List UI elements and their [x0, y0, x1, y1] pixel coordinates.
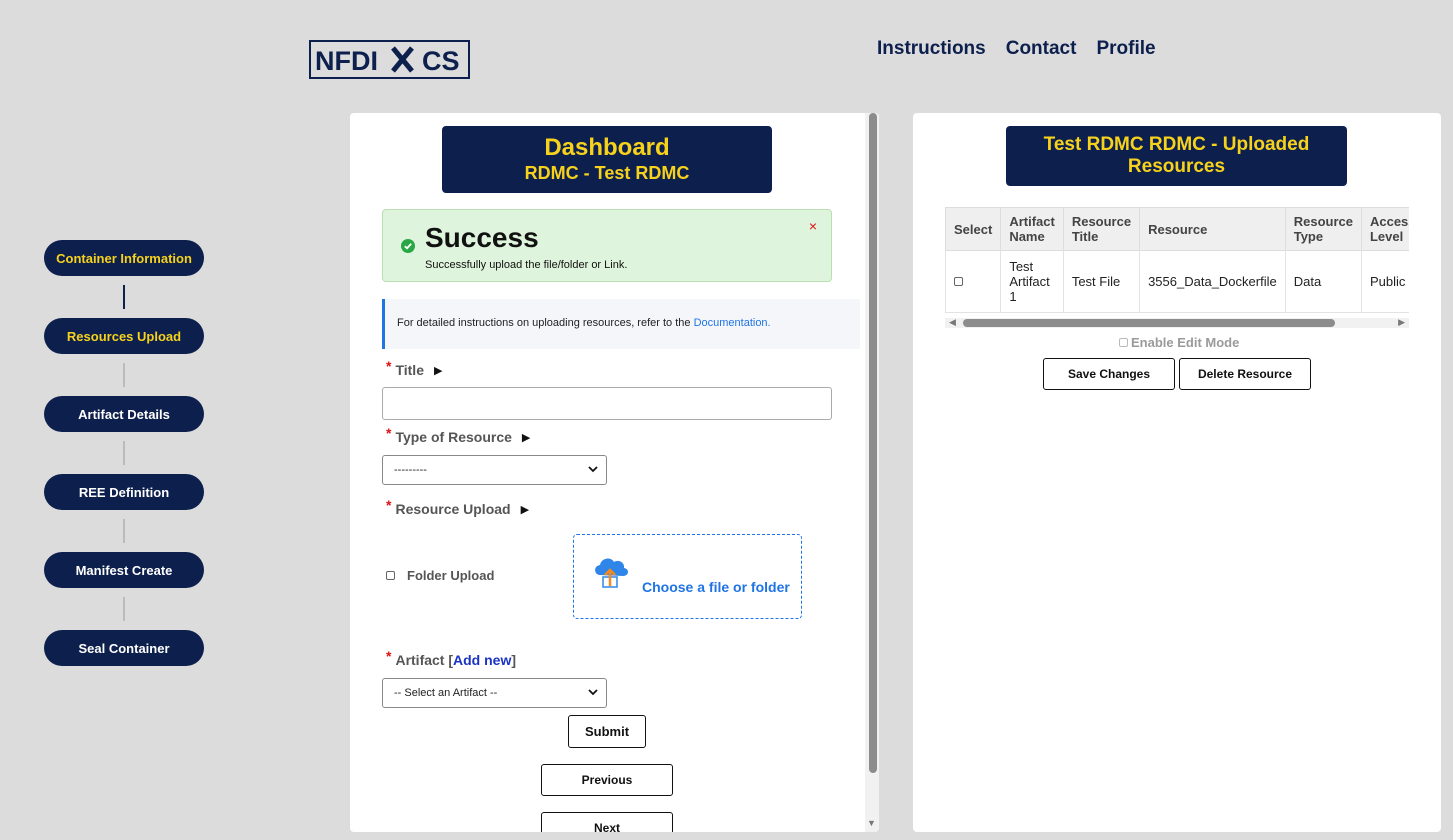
add-new-artifact-link[interactable]: Add new [453, 652, 511, 668]
top-navigation: Instructions Contact Profile [877, 38, 1156, 60]
resource-upload-label: * Resource Upload ▶ [386, 497, 529, 517]
column-header: Select [945, 207, 1002, 251]
required-mark: * [386, 497, 392, 513]
nav-instructions[interactable]: Instructions [877, 38, 986, 60]
step-connector [123, 285, 125, 309]
access-level-cell: Public [1360, 250, 1409, 313]
alert-message: Successfully upload the file/folder or L… [425, 259, 628, 271]
alert-title: Success [425, 222, 539, 253]
artifact-label: * Artifact [Add new] [386, 648, 517, 668]
resource-type-cell: Data [1284, 250, 1362, 313]
progress-stepper: Container Information Resources Upload A… [44, 240, 204, 666]
required-mark: * [386, 425, 392, 441]
dashboard-title-box: Dashboard RDMC - Test RDMC [442, 126, 772, 193]
type-of-resource-select[interactable]: --------- [382, 455, 607, 485]
title-label-text: Title [395, 362, 424, 378]
step-connector [123, 519, 125, 543]
upload-panel: Dashboard RDMC - Test RDMC Success Succe… [350, 113, 879, 832]
delete-resource-button[interactable]: Delete Resource [1179, 358, 1311, 390]
column-header: Resource Title [1062, 207, 1141, 251]
step-connector [123, 363, 125, 387]
submit-button[interactable]: Submit [568, 715, 646, 748]
step-ree-definition[interactable]: REE Definition [44, 474, 204, 510]
row-select-cell [945, 250, 1002, 313]
documentation-link[interactable]: Documentation. [694, 317, 771, 329]
scrollbar-thumb[interactable] [963, 319, 1335, 327]
required-mark: * [386, 648, 392, 664]
nfdi-cs-logo: NFDI CS [309, 40, 470, 79]
previous-button[interactable]: Previous [541, 764, 673, 796]
resources-table: Select Artifact Name Resource Title Reso… [945, 207, 1409, 313]
type-label-text: Type of Resource [395, 429, 512, 445]
info-text: For detailed instructions on uploading r… [397, 317, 694, 329]
chevron-down-icon [588, 466, 598, 473]
artifact-select[interactable]: -- Select an Artifact -- [382, 678, 607, 708]
column-header: Resource Type [1284, 207, 1362, 251]
dashboard-title: Dashboard [544, 134, 670, 161]
uploaded-resources-panel: Test RDMC RDMC - Uploaded Resources Sele… [913, 113, 1441, 832]
required-mark: * [386, 358, 392, 374]
cloud-upload-icon [595, 558, 629, 588]
row-select-checkbox[interactable] [954, 277, 963, 286]
title-input[interactable] [382, 387, 832, 420]
horizontal-scrollbar[interactable]: ◀ ▶ [945, 317, 1409, 328]
table-row: Test Artifact 1 Test File 3556_Data_Dock… [945, 250, 1409, 313]
scroll-left-arrow-icon[interactable]: ◀ [949, 317, 956, 328]
column-header: Access Level [1360, 207, 1409, 251]
next-button[interactable]: Next [541, 812, 673, 832]
step-manifest-create[interactable]: Manifest Create [44, 552, 204, 588]
step-connector [123, 597, 125, 621]
nav-contact[interactable]: Contact [1006, 38, 1077, 60]
dashboard-subtitle: RDMC - Test RDMC [524, 163, 690, 183]
resource-cell: 3556_Data_Dockerfile [1139, 250, 1286, 313]
title-label: * Title ▶ [386, 358, 442, 378]
chevron-down-icon [588, 689, 598, 696]
edit-mode-label: Enable Edit Mode [1131, 335, 1240, 350]
vertical-scrollbar[interactable]: ▼ [865, 113, 879, 832]
resources-table-wrapper: Select Artifact Name Resource Title Reso… [945, 207, 1409, 315]
svg-text:CS: CS [422, 46, 460, 76]
scroll-down-arrow-icon[interactable]: ▼ [867, 818, 876, 828]
upload-label-text: Resource Upload [395, 501, 511, 517]
step-connector [123, 441, 125, 465]
expand-caret-icon[interactable]: ▶ [521, 503, 529, 516]
type-select-value: --------- [394, 464, 427, 476]
close-icon[interactable]: × [809, 218, 817, 234]
folder-upload-label: Folder Upload [407, 568, 495, 583]
nav-profile[interactable]: Profile [1096, 38, 1155, 60]
resources-title: Test RDMC RDMC - Uploaded Resources [1006, 126, 1347, 186]
step-seal-container[interactable]: Seal Container [44, 630, 204, 666]
artifact-select-value: -- Select an Artifact -- [394, 687, 498, 699]
artifact-name-cell: Test Artifact 1 [1000, 250, 1064, 313]
svg-text:NFDI: NFDI [315, 46, 378, 76]
scrollbar-thumb[interactable] [869, 113, 877, 773]
artifact-label-close: ] [511, 652, 517, 668]
check-circle-icon [401, 239, 415, 253]
edit-mode-checkbox[interactable] [1119, 338, 1128, 347]
artifact-label-text: Artifact [ [395, 652, 454, 668]
file-dropzone[interactable]: Choose a file or folder [573, 534, 802, 619]
folder-upload-checkbox[interactable] [386, 571, 395, 580]
save-changes-button[interactable]: Save Changes [1043, 358, 1175, 390]
step-container-information[interactable]: Container Information [44, 240, 204, 276]
resource-title-cell: Test File [1062, 250, 1141, 313]
column-header: Resource [1139, 207, 1286, 251]
expand-caret-icon[interactable]: ▶ [522, 431, 530, 444]
step-resources-upload[interactable]: Resources Upload [44, 318, 204, 354]
info-callout: For detailed instructions on uploading r… [382, 299, 860, 349]
success-alert: Success Successfully upload the file/fol… [382, 209, 832, 282]
dropzone-text: Choose a file or folder [642, 579, 790, 595]
step-artifact-details[interactable]: Artifact Details [44, 396, 204, 432]
enable-edit-mode[interactable]: Enable Edit Mode [1119, 335, 1239, 350]
type-of-resource-label: * Type of Resource ▶ [386, 425, 530, 445]
scroll-right-arrow-icon[interactable]: ▶ [1398, 317, 1405, 328]
column-header: Artifact Name [1000, 207, 1064, 251]
expand-caret-icon[interactable]: ▶ [434, 364, 442, 377]
